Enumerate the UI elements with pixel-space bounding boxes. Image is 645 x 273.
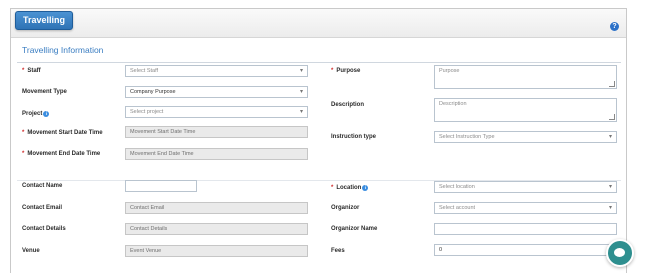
instruction-type-label: Instruction type bbox=[331, 134, 377, 140]
purpose-label: * Purpose bbox=[331, 68, 361, 74]
purpose-textarea[interactable]: Purpose bbox=[434, 65, 617, 89]
info-icon[interactable]: i bbox=[43, 111, 50, 117]
description-label: Description bbox=[331, 102, 365, 108]
contact-details-label: Contact Details bbox=[22, 226, 66, 232]
project-label: Project i bbox=[22, 111, 50, 117]
contact-name-field[interactable] bbox=[125, 180, 197, 192]
start-date-label: * Movement Start Date Time bbox=[22, 130, 103, 136]
help-icon[interactable]: ? bbox=[610, 22, 619, 31]
description-textarea[interactable]: Description bbox=[434, 98, 617, 122]
staff-select[interactable]: Select Staff bbox=[125, 65, 308, 77]
location-select[interactable]: Select location bbox=[434, 181, 617, 193]
chat-icon[interactable] bbox=[606, 239, 634, 267]
movement-type-label: Movement Type bbox=[22, 89, 67, 95]
staff-label: * Staff bbox=[22, 68, 41, 74]
location-label: * Location i bbox=[331, 185, 369, 191]
contact-name-label: Contact Name bbox=[22, 183, 63, 189]
fees-label: Fees bbox=[331, 248, 345, 254]
resize-handle-icon[interactable] bbox=[609, 114, 615, 120]
contact-details-field[interactable]: Contact Details bbox=[125, 223, 308, 235]
movement-type-select[interactable]: Company Purpose bbox=[125, 86, 308, 98]
panel-header: Travelling ? bbox=[11, 9, 626, 38]
contact-email-field[interactable]: Contact Email bbox=[125, 202, 308, 214]
end-date-field[interactable]: Movement End Date Time bbox=[125, 148, 308, 160]
organizer-label: Organizor bbox=[331, 205, 360, 211]
contact-email-label: Contact Email bbox=[22, 205, 63, 211]
venue-label: Venue bbox=[22, 248, 40, 254]
instruction-type-select[interactable]: Select Instruction Type bbox=[434, 131, 617, 143]
start-date-field[interactable]: Movement Start Date Time bbox=[125, 126, 308, 138]
resize-handle-icon[interactable] bbox=[609, 81, 615, 87]
fees-field[interactable]: 0 bbox=[434, 244, 617, 256]
chat-bubble-icon bbox=[614, 248, 625, 257]
organizer-name-field[interactable] bbox=[434, 223, 617, 235]
organizer-select[interactable]: Select account bbox=[434, 202, 617, 214]
info-icon[interactable]: i bbox=[362, 185, 369, 191]
section-title: Travelling Information bbox=[22, 45, 104, 55]
venue-field[interactable]: Event Venue bbox=[125, 245, 308, 257]
organizer-name-label: Organizor Name bbox=[331, 226, 378, 232]
tab-travelling[interactable]: Travelling bbox=[15, 11, 74, 30]
travelling-panel: Travelling ? Travelling Information * Sta… bbox=[10, 8, 627, 273]
project-select[interactable]: Select project bbox=[125, 106, 308, 118]
end-date-label: * Movement End Date Time bbox=[22, 151, 101, 157]
section-divider bbox=[17, 62, 621, 63]
